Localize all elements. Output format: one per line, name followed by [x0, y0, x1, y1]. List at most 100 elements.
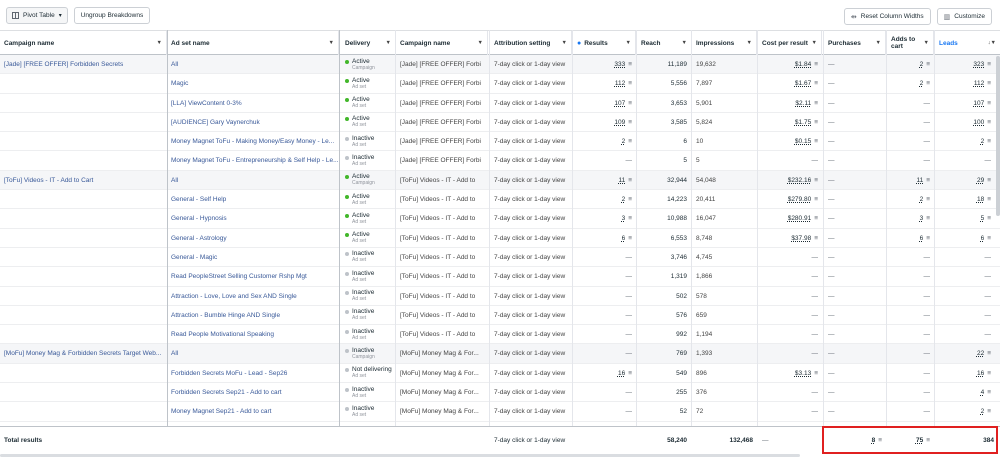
table-row[interactable]: Money Magnet ToFu - Entrepreneurship & S… [0, 151, 1000, 171]
cell-adset[interactable]: Money Magnet Sep21 - Add to cart [167, 402, 339, 421]
cell-adset[interactable]: Attraction - Bumble Hinge AND Single [167, 306, 339, 325]
table-row[interactable]: General - Hypnosis Active Ad set [ToFu] Vid… [0, 209, 1000, 229]
cell-status: Active Ad set [341, 94, 396, 113]
customize-button[interactable]: ▥ Customize [936, 8, 992, 25]
cell-campaign[interactable] [0, 229, 167, 248]
table-row[interactable]: Forbidden Secrets Sep21 - Add to cart Ina… [0, 383, 1000, 403]
cell-text: [MoFu] Money Mag & Forbidden Secrets Tar… [4, 350, 162, 358]
cell-impr: 54,048 [692, 171, 757, 190]
cell-c2: [Jade] [FREE OFFER] Forbi [396, 74, 488, 93]
table-row[interactable]: General - Astrology Active Ad set [ToFu] Vi… [0, 229, 1000, 248]
cell-adset[interactable]: General - Magic [167, 248, 339, 267]
column-header-impressions[interactable]: Impressions ▼ [692, 31, 757, 55]
cell-campaign[interactable] [0, 190, 167, 209]
equals-icon: ≡ [987, 408, 991, 416]
cell-adset[interactable]: Forbidden Secrets Sep21 - Add to cart [167, 383, 339, 402]
cell-campaign[interactable]: [ToFu] Videos - IT - Add to Cart [0, 171, 167, 190]
cell-campaign[interactable] [0, 306, 167, 325]
cell-campaign[interactable] [0, 209, 167, 228]
cell-atc: — [887, 94, 934, 113]
column-header-cost-per-result[interactable]: Cost per result ▼ [758, 31, 822, 55]
cell-campaign[interactable]: [Jade] [FREE OFFER] Forbidden Secrets [0, 55, 167, 74]
cell-campaign[interactable] [0, 364, 167, 383]
cell-campaign[interactable] [0, 383, 167, 402]
cell-cost: $232.16 ≡ [758, 171, 822, 190]
cell-adset[interactable]: General - Astrology [167, 229, 339, 248]
table-row[interactable]: Read People Motivational Speaking Inactiv… [0, 325, 1000, 345]
column-header-results[interactable]: ● Results ▼ [573, 31, 636, 55]
cell-campaign[interactable] [0, 287, 167, 306]
cell-campaign[interactable] [0, 151, 167, 170]
table-row[interactable]: [AUDIENCE] Gary Vaynerchuk Active Ad set [J… [0, 113, 1000, 133]
cell-text: 32,944 [667, 176, 687, 184]
cell-text: All [171, 176, 179, 184]
cell-campaign[interactable] [0, 94, 167, 113]
table-row[interactable]: Money Magnet ToFu - Making Money/Easy Mo… [0, 132, 1000, 152]
cell-adset[interactable]: Forbidden Secrets MoFu - Lead - Sep26 [167, 364, 339, 383]
column-header-attribution-setting[interactable]: Attribution setting ▼ [490, 31, 572, 55]
column-header-campaign-name-2[interactable]: Campaign name ▼ [396, 31, 488, 55]
column-header-leads[interactable]: Leads ↓ ▼ [935, 31, 1000, 55]
table-row[interactable]: Attraction - Love, Love and Sex AND Sing… [0, 287, 1000, 306]
cell-text: — [828, 61, 835, 68]
cell-adset[interactable]: General - Self Help [167, 190, 339, 209]
cell-adset[interactable]: [AUDIENCE] Gary Vaynerchuk [167, 113, 339, 132]
cell-results: — [573, 383, 636, 402]
cell-text: — [923, 331, 931, 339]
metric-value: $37.98 [791, 234, 812, 242]
vertical-scrollbar[interactable] [996, 56, 1000, 216]
cell-campaign[interactable] [0, 402, 167, 421]
pivot-table-button[interactable]: Pivot Table ▾ [6, 6, 68, 24]
cell-adset[interactable]: Money Magnet ToFu - Making Money/Easy Mo… [167, 132, 339, 151]
equals-icon: ≡ [987, 350, 991, 358]
cell-adset[interactable]: Read People Motivational Speaking [167, 325, 339, 344]
cell-leads: 18 ≡ [935, 190, 995, 209]
cell-adset[interactable]: All [167, 344, 339, 363]
cell-attr: 7-day click or 1-day view [490, 209, 572, 228]
cell-purch: — [824, 402, 886, 421]
cell-campaign[interactable] [0, 113, 167, 132]
table-row[interactable]: [LLA] ViewContent 0-3% Active Ad set [Jade]… [0, 94, 1000, 113]
table-row[interactable]: [ToFu] Videos - IT - Add to Cart All Activ… [0, 170, 1000, 191]
column-header-purchases[interactable]: Purchases ▼ [824, 31, 886, 55]
cell-adset[interactable]: Attraction - Love, Love and Sex AND Sing… [167, 287, 339, 306]
cell-adset[interactable]: [LLA] ViewContent 0-3% [167, 94, 339, 113]
horizontal-scrollbar[interactable] [0, 454, 800, 457]
cell-campaign[interactable]: [MoFu] Money Mag & Forbidden Secrets Tar… [0, 344, 167, 363]
cell-cost: $2.11 ≡ [758, 94, 822, 113]
cell-adset[interactable]: Money Magnet ToFu - Entrepreneurship & S… [167, 151, 339, 170]
column-header-delivery[interactable]: Delivery ▼ [341, 31, 396, 55]
cell-campaign[interactable] [0, 267, 167, 286]
table-row[interactable]: Forbidden Secrets MoFu - Lead - Sep26 Not… [0, 364, 1000, 384]
column-header-reach[interactable]: Reach ▼ [637, 31, 692, 55]
cell-adset[interactable]: Magic [167, 74, 339, 93]
table-row[interactable]: Attraction - Bumble Hinge AND Single Inac… [0, 306, 1000, 326]
cell-adset[interactable]: All [167, 55, 339, 74]
reset-column-widths-button[interactable]: ⇹ Reset Column Widths [843, 8, 931, 25]
cell-campaign[interactable] [0, 325, 167, 344]
table-row[interactable]: General - Self Help Active Ad set [ToFu] Vi… [0, 190, 1000, 210]
table-row[interactable]: [Jade] [FREE OFFER] Forbidden Secrets All… [0, 55, 1000, 75]
ungroup-breakdowns-button[interactable]: Ungroup Breakdowns [73, 6, 151, 24]
table-row[interactable]: General - Magic Inactive Ad set [ToFu] Vide… [0, 248, 1000, 268]
table-row[interactable]: [MoFu] Money Mag & Forbidden Secrets Tar… [0, 344, 1000, 364]
cell-adset[interactable]: Read PeopleStreet Selling Customer Rshp … [167, 267, 339, 286]
cell-campaign[interactable] [0, 132, 167, 151]
column-header-ad-set-name[interactable]: Ad set name ▼ [167, 31, 339, 55]
cell-campaign[interactable] [0, 74, 167, 93]
table-row[interactable]: Read PeopleStreet Selling Customer Rshp … [0, 267, 1000, 287]
cell-reach: 6 [637, 132, 691, 151]
status-dot-icon [345, 59, 349, 64]
column-header-adds-to-cart[interactable]: Adds to cart ▼ [887, 31, 934, 55]
cell-c2: [MoFu] Money Mag & For... [396, 344, 488, 363]
cell-adset[interactable]: General - Hypnosis [167, 209, 339, 228]
cell-adset[interactable]: All [167, 171, 339, 190]
column-header-campaign-name[interactable]: Campaign name ▼ [0, 31, 167, 55]
table-row[interactable]: Money Magnet Sep21 - Add to cart Inactive… [0, 402, 1000, 422]
totals-cost-per-result: — [762, 437, 769, 444]
cell-text: 1,866 [696, 273, 713, 281]
cell-reach: 992 [637, 325, 691, 344]
cell-campaign[interactable] [0, 248, 167, 267]
status-subtext: Ad set [352, 122, 367, 129]
table-row[interactable]: Magic Active Ad set [Jade] [FREE OFFER] For… [0, 74, 1000, 94]
